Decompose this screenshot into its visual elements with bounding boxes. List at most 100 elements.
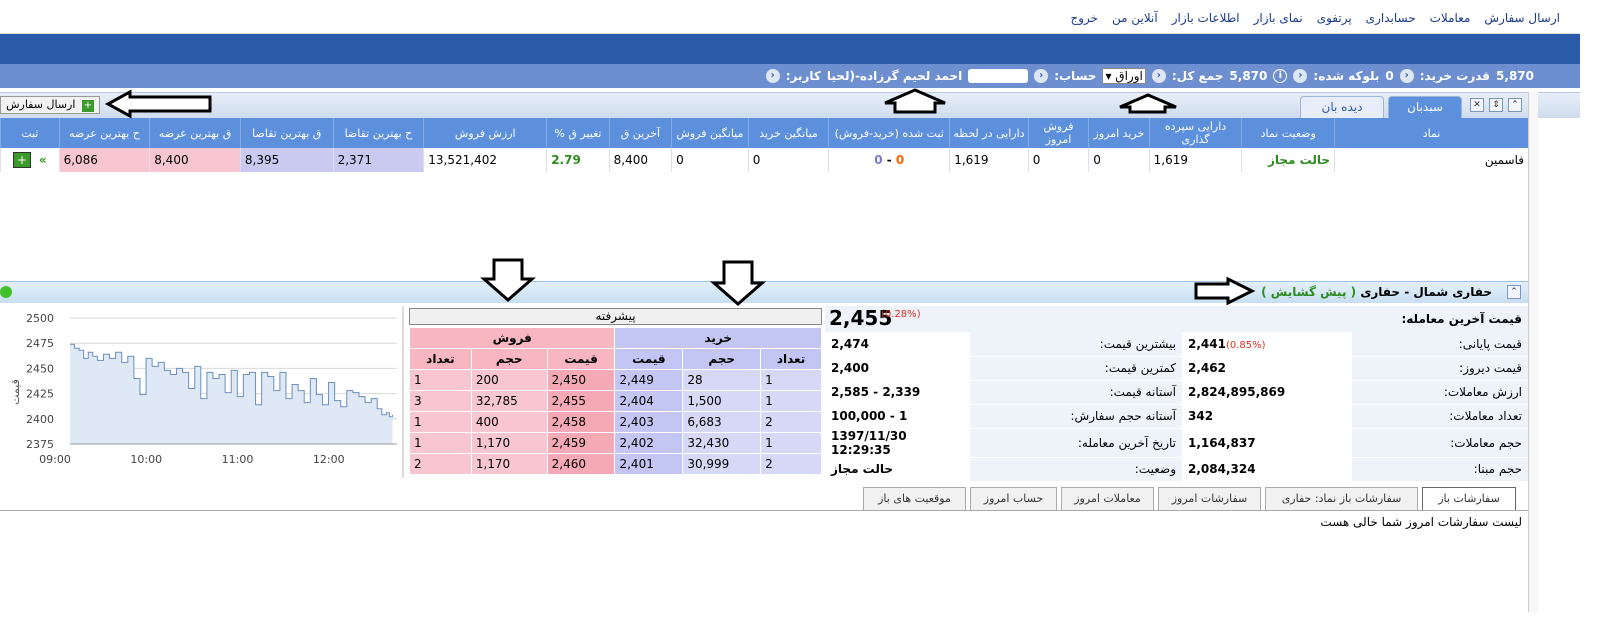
tab-today-trades[interactable]: معاملات امروز [1061, 487, 1154, 511]
orderbook-row[interactable]: 1 400 2,458 2,403 6,683 2 [409, 411, 822, 433]
collapse-icon[interactable]: ⌃ [1507, 285, 1521, 299]
col-symbol[interactable]: نماد [1334, 118, 1528, 148]
buy-count[interactable]: 1 [760, 390, 822, 412]
detail-value: 1,164,837 [1182, 428, 1352, 458]
buy-price[interactable]: 2,403 [614, 411, 684, 433]
buy-volume[interactable]: 28 [682, 369, 762, 391]
send-order-button[interactable]: ارسال سفارش + [0, 96, 100, 114]
buy-price[interactable]: 2,404 [614, 390, 684, 412]
col-register[interactable]: ثبت [0, 118, 60, 148]
col-bid-vol[interactable]: ح بهترین تقاضا [332, 118, 424, 148]
sell-count[interactable]: 2 [409, 453, 472, 475]
orderbook-row[interactable]: 1 200 2,450 2,449 28 1 [409, 369, 822, 391]
col-change[interactable]: تغییر ق % [546, 118, 610, 148]
col-last[interactable]: آخرین ق [608, 118, 672, 148]
chevron-left-icon[interactable]: ‹ [1293, 69, 1308, 83]
col-status[interactable]: وضعیت نماد [1241, 118, 1335, 148]
menu-online[interactable]: آنلاین من [1112, 11, 1158, 25]
y-tick-label: 2475 [26, 337, 54, 350]
tab-basket[interactable]: سبدبان [1388, 96, 1462, 119]
buy-volume[interactable]: 30,999 [682, 453, 762, 475]
buy-count[interactable]: 1 [760, 432, 822, 454]
sort-icon[interactable]: ⇕ [1489, 98, 1503, 112]
info-icon[interactable]: i [1273, 69, 1288, 83]
col-sell-value[interactable]: ارزش فروش [423, 118, 547, 148]
detail-label: کمترین قیمت: [970, 356, 1182, 381]
table-row[interactable]: فاسمین حالت مجاز 1,619 0 0 1,619 0 - 0 0… [0, 148, 1528, 172]
menu-trades[interactable]: معاملات [1430, 11, 1471, 25]
chevron-left-icon[interactable]: ‹ [1034, 69, 1049, 83]
collapse-icon[interactable]: ⌃ [1508, 98, 1522, 112]
tab-open-orders-symbol[interactable]: سفارشات باز نماد: حفاری [1265, 487, 1418, 511]
sell-volume[interactable]: 200 [470, 369, 548, 391]
buy-count[interactable]: 2 [760, 453, 822, 475]
col-deposit[interactable]: دارایی سپرده گذاری [1148, 118, 1242, 148]
buy-volume[interactable]: 1,500 [682, 390, 762, 412]
sell-price[interactable]: 2,455 [546, 390, 616, 412]
sell-volume[interactable]: 1,170 [470, 453, 548, 475]
tab-today-account[interactable]: حساب امروز [970, 487, 1057, 511]
tab-open-orders[interactable]: سفارشات باز [1422, 487, 1516, 511]
buy-price[interactable]: 2,401 [614, 453, 684, 475]
sell-count[interactable]: 1 [409, 411, 472, 433]
detail-row: ارزش معاملات: 2,824,895,869 آستانه قیمت: 2,… [825, 380, 1528, 405]
close-icon[interactable]: ✕ [1470, 98, 1484, 112]
chevron-left-icon[interactable]: ‹ [765, 69, 780, 83]
sell-volume[interactable]: 1,170 [470, 432, 548, 454]
col-ask-price[interactable]: ق بهترین عرضه [149, 118, 241, 148]
y-tick-label: 2400 [26, 413, 54, 426]
sell-volume[interactable]: 400 [470, 411, 548, 433]
tab-today-orders[interactable]: سفارشات امروز [1158, 487, 1261, 511]
detail-value: حالت مجاز [825, 457, 970, 482]
detail-label: حجم معاملات: [1352, 428, 1528, 458]
account-label: حساب: [1054, 69, 1097, 83]
sell-count[interactable]: 3 [409, 390, 472, 412]
advanced-button[interactable]: پیشرفته [409, 308, 822, 325]
tab-open-positions[interactable]: موقعیت های باز [863, 487, 966, 511]
menu-market-view[interactable]: نمای بازار [1254, 11, 1303, 25]
sell-price[interactable]: 2,450 [546, 369, 616, 391]
menu-send-order[interactable]: ارسال سفارش [1484, 11, 1560, 25]
col-avg-sell[interactable]: میانگین فروش [671, 118, 749, 148]
col-registered[interactable]: ثبت شده (خرید-فروش) [828, 118, 950, 148]
sell-count[interactable]: 1 [409, 369, 472, 391]
detail-label: بیشترین قیمت: [970, 332, 1182, 357]
detail-value: 1397/11/30 12:29:35 [825, 428, 970, 458]
col-avg-buy[interactable]: میانگین خرید [747, 118, 829, 148]
orderbook-row[interactable]: 1 1,170 2,459 2,402 32,430 1 [409, 432, 822, 454]
col-buy-today[interactable]: خرید امروز [1088, 118, 1150, 148]
buy-price[interactable]: 2,449 [614, 369, 684, 391]
orderbook-row[interactable]: 2 1,170 2,460 2,401 30,999 2 [409, 453, 822, 475]
sell-price[interactable]: 2,459 [546, 432, 616, 454]
buy-volume[interactable]: 6,683 [682, 411, 762, 433]
chevron-left-icon[interactable]: ‹ [1151, 69, 1166, 83]
buy-count[interactable]: 2 [760, 411, 822, 433]
tab-watch[interactable]: دیده بان [1300, 96, 1384, 119]
add-order-icon[interactable]: + [12, 152, 31, 168]
orderbook-row[interactable]: 3 32,785 2,455 2,404 1,500 1 [409, 390, 822, 412]
vertical-scrollbar[interactable] [1528, 92, 1538, 612]
buy-volume[interactable]: 32,430 [682, 432, 762, 454]
sell-volume[interactable]: 32,785 [470, 390, 548, 412]
buy-price[interactable]: 2,402 [614, 432, 684, 454]
account-select[interactable]: اوراق ▾ [1102, 68, 1146, 84]
menu-market-info[interactable]: اطلاعات بازار [1172, 11, 1240, 25]
sell-price[interactable]: 2,458 [546, 411, 616, 433]
symbol-detail-header: حفاری شمال - حفاری ( پیش گشایش ) ⌃ [0, 281, 1528, 303]
buy-count[interactable]: 1 [760, 369, 822, 391]
col-sell-today[interactable]: فروش امروز [1027, 118, 1089, 148]
sell-price[interactable]: 2,460 [546, 453, 616, 475]
y-tick-label: 2375 [26, 438, 54, 451]
col-ask-vol[interactable]: ح بهترین عرضه [58, 118, 150, 148]
sell-count-header: تعداد [409, 348, 472, 370]
menu-portfolio[interactable]: پرتفوی [1317, 11, 1352, 25]
menu-accounting[interactable]: حسابداری [1366, 11, 1416, 25]
sell-count[interactable]: 1 [409, 432, 472, 454]
col-bid-price[interactable]: ق بهترین تقاضا [239, 118, 334, 148]
menu-logout[interactable]: خروج [1070, 11, 1098, 25]
registered-buy: 0 [895, 153, 905, 167]
expand-icon[interactable]: » [39, 153, 47, 167]
cell-symbol[interactable]: فاسمین [1334, 148, 1528, 172]
col-current[interactable]: دارایی در لحظه [949, 118, 1029, 148]
chevron-left-icon[interactable]: ‹ [1399, 69, 1414, 83]
